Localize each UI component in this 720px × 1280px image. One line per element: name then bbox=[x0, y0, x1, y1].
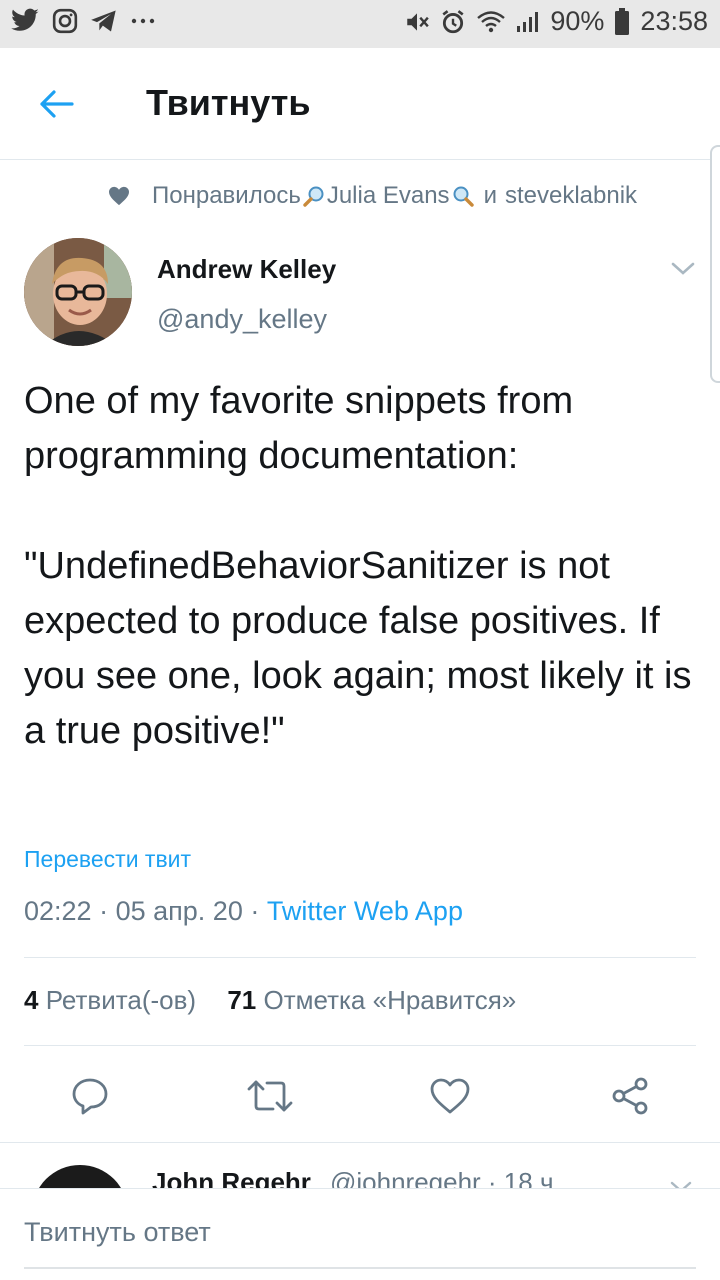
likes-stat[interactable]: 71 Отметка «Нравится» bbox=[227, 985, 516, 1015]
tweet-meta: 02:22 · 05 апр. 20 · Twitter Web App bbox=[24, 896, 463, 927]
liked-user-julia[interactable]: Julia Evans bbox=[327, 182, 450, 210]
signal-icon bbox=[516, 10, 540, 34]
telegram-icon bbox=[90, 9, 118, 33]
app-bar: Твитнуть bbox=[0, 48, 720, 160]
battery-percent: 90% bbox=[550, 6, 605, 36]
tweet-text-paragraph: "UndefinedBehaviorSanitizer is not expec… bbox=[24, 545, 692, 752]
retweets-count: 4 bbox=[24, 985, 39, 1015]
meta-separator: · bbox=[99, 896, 109, 926]
tweet-date: 05 апр. 20 bbox=[115, 896, 243, 926]
tweet-menu-button[interactable] bbox=[668, 256, 698, 280]
reply-input[interactable]: Твитнуть ответ bbox=[24, 1217, 674, 1248]
likes-count: 71 bbox=[227, 985, 257, 1015]
retweets-stat[interactable]: 4 Ретвита(-ов) bbox=[24, 985, 196, 1015]
magnifier-emoji-icon bbox=[303, 186, 324, 207]
tweet-source-link[interactable]: Twitter Web App bbox=[267, 896, 463, 926]
author-handle[interactable]: @andy_kelley bbox=[157, 304, 327, 335]
back-button[interactable] bbox=[28, 82, 84, 126]
tweet-stats: 4 Ретвита(-ов) 71 Отметка «Нравится» bbox=[24, 985, 516, 1016]
twitter-icon bbox=[10, 8, 40, 34]
reply-composer: Твитнуть ответ bbox=[0, 1188, 720, 1280]
status-bar: 90% 23:58 bbox=[0, 0, 720, 48]
liked-conjunction: и bbox=[483, 182, 497, 209]
reply-button[interactable] bbox=[66, 1072, 114, 1120]
social-context: Понравилось Julia Evans и steveklabnik bbox=[108, 182, 690, 210]
tweet-text: One of my favorite snippets from program… bbox=[24, 374, 696, 759]
author-avatar[interactable] bbox=[24, 238, 132, 346]
mute-icon bbox=[404, 10, 430, 34]
input-underline bbox=[24, 1267, 696, 1269]
more-dots-icon bbox=[130, 17, 156, 25]
translate-link[interactable]: Перевести твит bbox=[24, 846, 191, 873]
clock: 23:58 bbox=[640, 6, 708, 36]
system-status: 90% 23:58 bbox=[404, 6, 708, 37]
share-icon bbox=[612, 1077, 648, 1115]
divider bbox=[24, 957, 696, 958]
retweet-icon bbox=[247, 1080, 293, 1112]
wifi-icon bbox=[476, 10, 506, 34]
reply-author-name[interactable]: John Regehr bbox=[152, 1167, 311, 1189]
heart-icon bbox=[109, 186, 129, 206]
instagram-icon bbox=[52, 8, 78, 34]
tweet-text-paragraph: One of my favorite snippets from program… bbox=[24, 380, 574, 477]
magnifier-emoji-icon bbox=[453, 186, 474, 207]
alarm-icon bbox=[440, 9, 466, 35]
notification-icons bbox=[10, 8, 156, 34]
likes-label: Отметка «Нравится» bbox=[263, 985, 517, 1015]
meta-separator: · bbox=[250, 896, 260, 926]
author-name[interactable]: Andrew Kelley bbox=[157, 254, 336, 285]
scroll-indicator bbox=[710, 145, 720, 383]
reply-tweet[interactable]: John Regehr @johnregehr · 18 ч bbox=[0, 1143, 720, 1189]
page-title: Твитнуть bbox=[146, 82, 311, 123]
tweet-time: 02:22 bbox=[24, 896, 92, 926]
retweets-label: Ретвита(-ов) bbox=[45, 985, 197, 1015]
like-button[interactable] bbox=[426, 1072, 474, 1120]
reply-icon bbox=[72, 1078, 108, 1115]
reply-meta: @johnregehr · 18 ч bbox=[330, 1167, 554, 1189]
chevron-down-icon bbox=[671, 262, 695, 275]
reply-avatar[interactable] bbox=[32, 1165, 128, 1189]
arrow-left-icon bbox=[40, 90, 74, 118]
heart-outline-icon bbox=[430, 1078, 470, 1114]
retweet-button[interactable] bbox=[246, 1072, 294, 1120]
battery-icon bbox=[614, 7, 630, 36]
share-button[interactable] bbox=[606, 1072, 654, 1120]
liked-user-steveklabnik[interactable]: steveklabnik bbox=[505, 182, 637, 210]
tweet-actions bbox=[0, 1068, 720, 1124]
liked-prefix: Понравилось bbox=[152, 182, 301, 209]
divider bbox=[24, 1045, 696, 1046]
